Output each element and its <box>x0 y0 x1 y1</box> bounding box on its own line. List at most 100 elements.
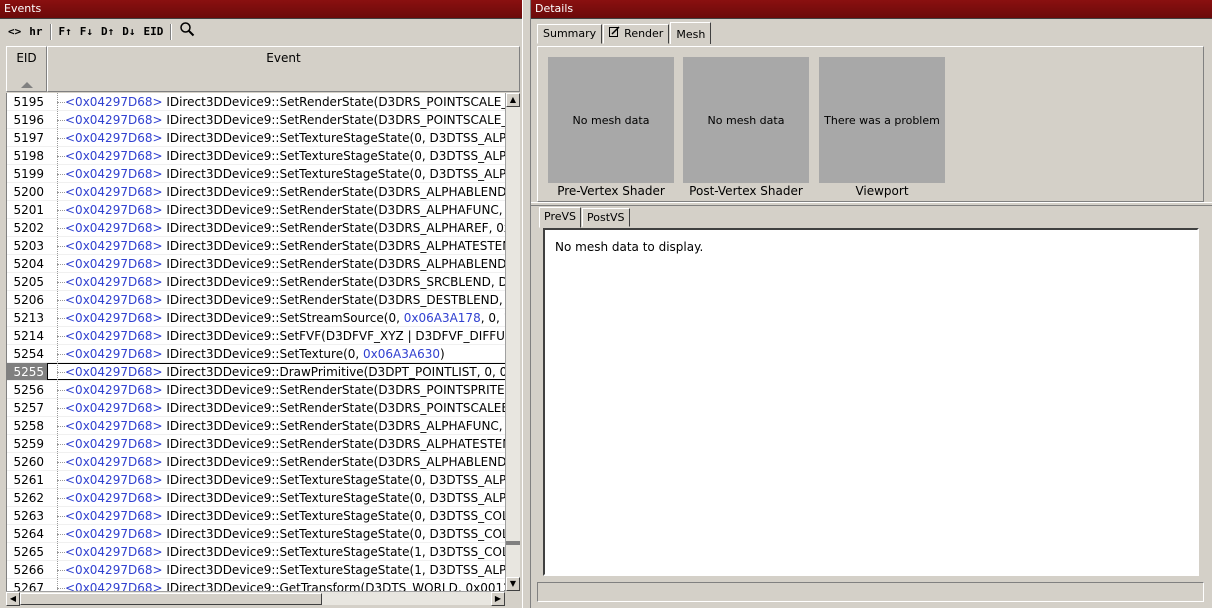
event-row[interactable]: 5254 <0x04297D68> IDirect3DDevice9::SetTe… <box>7 345 506 363</box>
event-row[interactable]: 5200 <0x04297D68> IDirect3DDevice9::SetRe… <box>7 183 506 201</box>
vertical-scroll-thumb[interactable] <box>506 541 520 545</box>
event-row[interactable]: 5206 <0x04297D68> IDirect3DDevice9::SetRe… <box>7 291 506 309</box>
hr-button[interactable]: hr <box>25 22 46 42</box>
tab-render[interactable]: Render <box>603 24 670 44</box>
device-pointer: <0x04297D68> <box>65 365 163 379</box>
event-row[interactable]: 5262 <0x04297D68> IDirect3DDevice9::SetTe… <box>7 489 506 507</box>
draw-up-button[interactable]: D↑ <box>97 22 118 42</box>
event-call: <0x04297D68> IDirect3DDevice9::SetRender… <box>47 201 506 218</box>
tab-render-label: Render <box>624 27 664 40</box>
draw-down-button[interactable]: D↓ <box>118 22 139 42</box>
call-text: IDirect3DDevice9::SetRenderState(D3DRS_A… <box>162 437 506 451</box>
search-icon[interactable] <box>175 21 199 44</box>
event-row[interactable]: 5267 <0x04297D68> IDirect3DDevice9::GetTr… <box>7 579 506 591</box>
call-text: IDirect3DDevice9::SetFVF(D3DFVF_XYZ | D3… <box>162 329 506 343</box>
event-row[interactable]: 5195 <0x04297D68> IDirect3DDevice9::SetRe… <box>7 93 506 111</box>
event-eid: 5255 <box>7 363 47 380</box>
pre-vertex-thumbnail-text: No mesh data <box>572 113 650 127</box>
event-eid: 5261 <box>13 473 44 487</box>
post-vertex-thumbnail-text: No mesh data <box>707 113 785 127</box>
device-pointer: <0x04297D68> <box>65 275 163 289</box>
event-row[interactable]: 5201 <0x04297D68> IDirect3DDevice9::SetRe… <box>7 201 506 219</box>
event-row[interactable]: 5259 <0x04297D68> IDirect3DDevice9::SetRe… <box>7 435 506 453</box>
events-toolbar: <> hr F↑ F↓ D↑ D↓ EID <box>4 21 199 44</box>
frame-down-button[interactable]: F↓ <box>76 22 97 42</box>
event-row[interactable]: 5214 <0x04297D68> IDirect3DDevice9::SetFV… <box>7 327 506 345</box>
viewport-thumbnail[interactable]: There was a problem <box>819 57 945 183</box>
event-call: <0x04297D68> IDirect3DDevice9::SetFVF(D3… <box>47 327 506 344</box>
scroll-left-icon[interactable]: ◀ <box>6 592 20 606</box>
event-list[interactable]: 5195 <0x04297D68> IDirect3DDevice9::SetRe… <box>6 93 506 591</box>
event-row[interactable]: 5213 <0x04297D68> IDirect3DDevice9::SetSt… <box>7 309 506 327</box>
event-row[interactable]: 5260 <0x04297D68> IDirect3DDevice9::SetRe… <box>7 453 506 471</box>
call-text: IDirect3DDevice9::SetStreamSource(0, <box>162 311 404 325</box>
event-row[interactable]: 5255 <0x04297D68> IDirect3DDevice9::DrawP… <box>7 363 506 381</box>
device-pointer: <0x04297D68> <box>65 563 163 577</box>
vertical-scrollbar[interactable]: ▲ ▼ <box>505 93 520 591</box>
event-row[interactable]: 5265 <0x04297D68> IDirect3DDevice9::SetTe… <box>7 543 506 561</box>
event-call: <0x04297D68> IDirect3DDevice9::SetRender… <box>47 237 506 254</box>
event-eid: 5203 <box>13 239 44 253</box>
event-row[interactable]: 5205 <0x04297D68> IDirect3DDevice9::SetRe… <box>7 273 506 291</box>
event-call: <0x04297D68> IDirect3DDevice9::SetRender… <box>47 183 506 200</box>
event-call: <0x04297D68> IDirect3DDevice9::SetRender… <box>47 399 506 416</box>
event-row[interactable]: 5257 <0x04297D68> IDirect3DDevice9::SetRe… <box>7 399 506 417</box>
tab-postvs[interactable]: PostVS <box>582 208 630 227</box>
post-vertex-thumbnail[interactable]: No mesh data <box>683 57 809 183</box>
device-pointer: <0x04297D68> <box>65 221 163 235</box>
eid-button[interactable]: EID <box>140 22 168 42</box>
event-call: <0x04297D68> IDirect3DDevice9::SetRender… <box>47 255 506 272</box>
toggle-brackets-button[interactable]: <> <box>4 22 25 42</box>
device-pointer: <0x04297D68> <box>65 527 163 541</box>
eid-column-header[interactable]: EID <box>6 46 47 92</box>
call-text: IDirect3DDevice9::SetTextureStageState(0… <box>162 131 506 145</box>
pre-vertex-thumbnail[interactable]: No mesh data <box>548 57 674 183</box>
event-row[interactable]: 5263 <0x04297D68> IDirect3DDevice9::SetTe… <box>7 507 506 525</box>
event-row[interactable]: 5256 <0x04297D68> IDirect3DDevice9::SetRe… <box>7 381 506 399</box>
sort-ascending-icon <box>20 82 33 88</box>
event-eid: 5201 <box>13 203 44 217</box>
device-pointer: <0x04297D68> <box>65 473 163 487</box>
scroll-right-icon[interactable]: ▶ <box>491 592 505 606</box>
device-pointer: <0x04297D68> <box>65 293 163 307</box>
call-text: IDirect3DDevice9::GetTransform(D3DTS_WOR… <box>162 581 506 591</box>
event-eid: 5259 <box>13 437 44 451</box>
event-row[interactable]: 5266 <0x04297D68> IDirect3DDevice9::SetTe… <box>7 561 506 579</box>
event-eid: 5199 <box>13 167 44 181</box>
event-call: <0x04297D68> IDirect3DDevice9::GetTransf… <box>47 579 506 591</box>
event-row[interactable]: 5264 <0x04297D68> IDirect3DDevice9::SetTe… <box>7 525 506 543</box>
event-eid: 5202 <box>13 221 44 235</box>
device-pointer: <0x04297D68> <box>65 257 163 271</box>
eid-column-label: EID <box>16 51 37 65</box>
event-row[interactable]: 5198 <0x04297D68> IDirect3DDevice9::SetTe… <box>7 147 506 165</box>
event-call: <0x04297D68> IDirect3DDevice9::SetStream… <box>47 309 506 326</box>
device-pointer: <0x04297D68> <box>65 203 163 217</box>
tab-prevs[interactable]: PreVS <box>539 207 581 228</box>
event-row[interactable]: 5196 <0x04297D68> IDirect3DDevice9::SetRe… <box>7 111 506 129</box>
event-call: <0x04297D68> IDirect3DDevice9::SetRender… <box>47 219 506 236</box>
event-row[interactable]: 5197 <0x04297D68> IDirect3DDevice9::SetTe… <box>7 129 506 147</box>
toolbar-separator <box>170 24 173 40</box>
event-row[interactable]: 5261 <0x04297D68> IDirect3DDevice9::SetTe… <box>7 471 506 489</box>
scroll-up-icon[interactable]: ▲ <box>506 93 520 107</box>
event-row[interactable]: 5203 <0x04297D68> IDirect3DDevice9::SetRe… <box>7 237 506 255</box>
event-eid: 5254 <box>13 347 44 361</box>
panel-splitter[interactable] <box>522 0 531 608</box>
horizontal-scrollbar[interactable]: ◀ ▶ <box>6 591 505 606</box>
tab-summary-label: Summary <box>543 27 597 40</box>
event-row[interactable]: 5204 <0x04297D68> IDirect3DDevice9::SetRe… <box>7 255 506 273</box>
event-eid: 5263 <box>13 509 44 523</box>
event-row[interactable]: 5199 <0x04297D68> IDirect3DDevice9::SetTe… <box>7 165 506 183</box>
horizontal-scroll-thumb[interactable] <box>20 593 322 605</box>
tab-summary[interactable]: Summary <box>537 24 603 44</box>
details-splitter[interactable] <box>531 202 1212 206</box>
event-row[interactable]: 5202 <0x04297D68> IDirect3DDevice9::SetRe… <box>7 219 506 237</box>
scroll-down-icon[interactable]: ▼ <box>506 577 520 591</box>
frame-up-button[interactable]: F↑ <box>55 22 76 42</box>
event-call: <0x04297D68> IDirect3DDevice9::SetTextur… <box>47 543 506 560</box>
viewport-thumbnail-text: There was a problem <box>824 113 940 127</box>
event-row[interactable]: 5258 <0x04297D68> IDirect3DDevice9::SetRe… <box>7 417 506 435</box>
mesh-data-view[interactable]: No mesh data to display. <box>543 228 1199 576</box>
tab-mesh[interactable]: Mesh <box>670 22 712 44</box>
event-column-header[interactable]: Event <box>47 46 520 92</box>
